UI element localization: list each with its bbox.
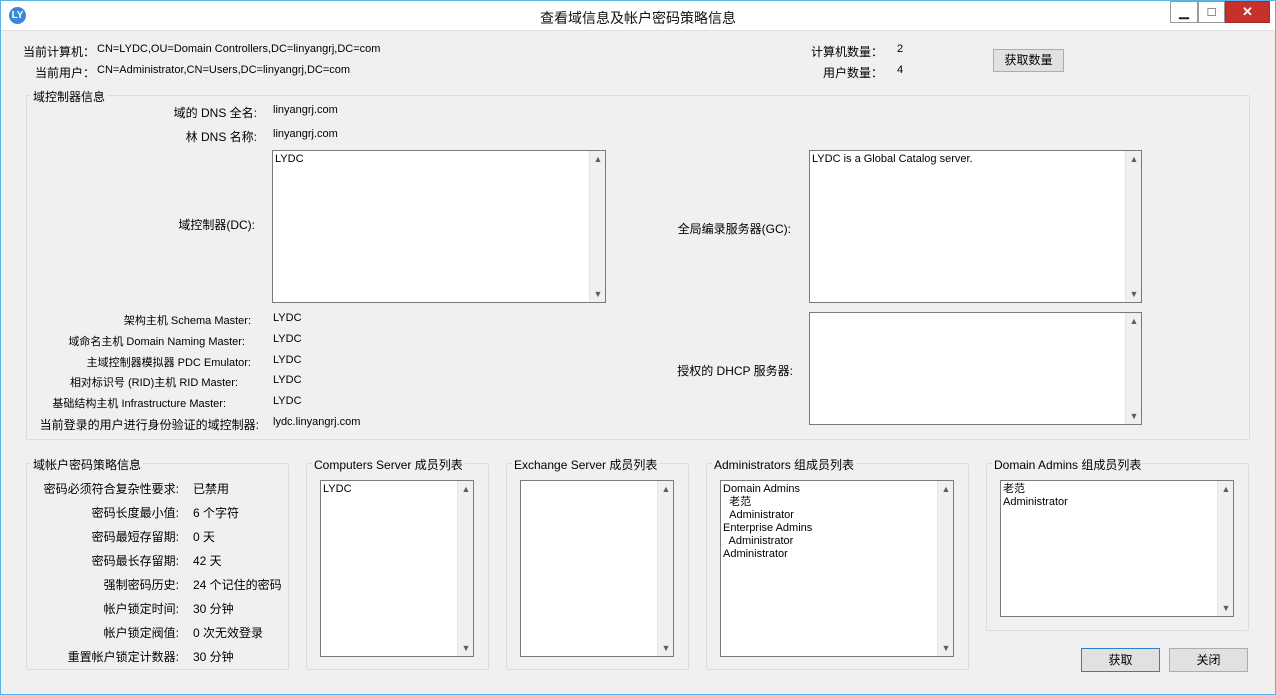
policy-max-age-value: 42 天 <box>193 554 222 568</box>
dc-scrollbar[interactable]: ▲ ▼ <box>589 151 605 302</box>
policy-max-age-label: 密码最长存留期: <box>91 554 179 568</box>
gc-label: 全局编录服务器(GC): <box>677 222 791 236</box>
gc-scrollbar[interactable]: ▲ ▼ <box>1125 151 1141 302</box>
exchange-server-scrollbar[interactable]: ▲ ▼ <box>657 481 673 656</box>
close-window-button[interactable]: ✕ <box>1225 1 1270 23</box>
computers-server-scrollbar[interactable]: ▲ ▼ <box>457 481 473 656</box>
pdc-emulator-value: LYDC <box>273 354 302 366</box>
domain-admins-listbox-content: 老范 Administrator <box>1003 483 1068 508</box>
administrators-listbox[interactable]: Domain Admins 老范 Administrator Enterpris… <box>720 480 954 657</box>
policy-complexity-value: 已禁用 <box>193 482 230 496</box>
domain-controller-group-title: 域控制器信息 <box>31 88 108 105</box>
computers-server-group-title: Computers Server 成员列表 <box>312 456 465 473</box>
computer-count-label: 计算机数量： <box>810 45 883 59</box>
current-user-label: 当前用户： <box>34 66 95 80</box>
dhcp-scrollbar[interactable]: ▲ ▼ <box>1125 313 1141 424</box>
policy-lockout-threshold-label: 帐户锁定阀值: <box>103 626 179 640</box>
scroll-down-icon[interactable]: ▼ <box>1126 408 1141 424</box>
domain-admins-scrollbar[interactable]: ▲ ▼ <box>1217 481 1233 616</box>
computer-count-value: 2 <box>897 43 904 55</box>
domain-admins-listbox[interactable]: 老范 Administrator ▲ ▼ <box>1000 480 1234 617</box>
policy-min-length-label: 密码长度最小值: <box>91 506 179 520</box>
current-computer-label: 当前计算机： <box>22 45 95 59</box>
gc-listbox-content: LYDC is a Global Catalog server. <box>812 153 973 165</box>
scroll-up-icon[interactable]: ▲ <box>1126 151 1141 167</box>
policy-complexity-label: 密码必须符合复杂性要求: <box>43 482 179 496</box>
dhcp-label: 授权的 DHCP 服务器: <box>677 364 793 378</box>
computers-server-listbox-content: LYDC <box>323 483 352 495</box>
forest-dns-label: 林 DNS 名称: <box>185 130 257 144</box>
scroll-down-icon[interactable]: ▼ <box>590 286 605 302</box>
domain-naming-master-label: 域命名主机 Domain Naming Master: <box>68 336 245 348</box>
password-policy-group-title: 域帐户密码策略信息 <box>31 456 144 473</box>
policy-min-age-value: 0 天 <box>193 530 216 544</box>
scroll-up-icon[interactable]: ▲ <box>458 481 473 497</box>
close-button[interactable]: 关闭 <box>1169 648 1248 672</box>
main-window: LY 查看域信息及帐户密码策略信息 ▁ □ ✕ 当前计算机： CN=LYDC,O… <box>0 0 1276 695</box>
minimize-button[interactable]: ▁ <box>1170 1 1198 23</box>
auth-dc-label: 当前登录的用户进行身份验证的域控制器: <box>39 418 259 432</box>
window-title: 查看域信息及帐户密码策略信息 <box>540 10 736 26</box>
computers-server-listbox[interactable]: LYDC ▲ ▼ <box>320 480 474 657</box>
policy-min-age-label: 密码最短存留期: <box>91 530 179 544</box>
policy-history-label: 强制密码历史: <box>103 578 179 592</box>
policy-reset-counter-value: 30 分钟 <box>193 650 234 664</box>
scroll-down-icon[interactable]: ▼ <box>658 640 673 656</box>
domain-admins-group-title: Domain Admins 组成员列表 <box>992 456 1144 473</box>
administrators-group-title: Administrators 组成员列表 <box>712 456 857 473</box>
scroll-up-icon[interactable]: ▲ <box>590 151 605 167</box>
scroll-down-icon[interactable]: ▼ <box>1218 600 1233 616</box>
scroll-up-icon[interactable]: ▲ <box>938 481 953 497</box>
scroll-down-icon[interactable]: ▼ <box>458 640 473 656</box>
scroll-up-icon[interactable]: ▲ <box>1126 313 1141 329</box>
maximize-button[interactable]: □ <box>1198 1 1225 23</box>
title-bar: LY 查看域信息及帐户密码策略信息 ▁ □ ✕ <box>1 1 1275 31</box>
user-count-label: 用户数量： <box>822 66 883 80</box>
policy-min-length-value: 6 个字符 <box>193 506 240 520</box>
exchange-server-listbox[interactable]: ▲ ▼ <box>520 480 674 657</box>
schema-master-value: LYDC <box>273 312 302 324</box>
infrastructure-master-value: LYDC <box>273 395 302 407</box>
scroll-up-icon[interactable]: ▲ <box>658 481 673 497</box>
dc-listbox[interactable]: LYDC ▲ ▼ <box>272 150 606 303</box>
administrators-listbox-content: Domain Admins 老范 Administrator Enterpris… <box>723 483 813 560</box>
administrators-scrollbar[interactable]: ▲ ▼ <box>937 481 953 656</box>
scroll-up-icon[interactable]: ▲ <box>1218 481 1233 497</box>
policy-history-value: 24 个记住的密码 <box>193 578 282 592</box>
policy-lockout-threshold-value: 0 次无效登录 <box>193 626 264 640</box>
gc-listbox[interactable]: LYDC is a Global Catalog server. ▲ ▼ <box>809 150 1142 303</box>
scroll-down-icon[interactable]: ▼ <box>938 640 953 656</box>
rid-master-label: 相对标识号 (RID)主机 RID Master: <box>69 377 238 389</box>
dhcp-listbox[interactable]: ▲ ▼ <box>809 312 1142 425</box>
dc-label: 域控制器(DC): <box>178 218 255 232</box>
policy-lockout-duration-label: 帐户锁定时间: <box>103 602 179 616</box>
get-count-button[interactable]: 获取数量 <box>993 49 1064 72</box>
dns-fullname-value: linyangrj.com <box>273 104 338 116</box>
user-count-value: 4 <box>897 64 904 76</box>
auth-dc-value: lydc.linyangrj.com <box>273 416 361 428</box>
pdc-emulator-label: 主域控制器模拟器 PDC Emulator: <box>86 357 251 369</box>
infrastructure-master-label: 基础结构主机 Infrastructure Master: <box>52 398 226 410</box>
policy-lockout-duration-value: 30 分钟 <box>193 602 234 616</box>
rid-master-value: LYDC <box>273 374 302 386</box>
domain-naming-master-value: LYDC <box>273 333 302 345</box>
forest-dns-value: linyangrj.com <box>273 128 338 140</box>
dc-listbox-content: LYDC <box>275 153 304 165</box>
dns-fullname-label: 域的 DNS 全名: <box>173 106 257 120</box>
get-button[interactable]: 获取 <box>1081 648 1160 672</box>
scroll-down-icon[interactable]: ▼ <box>1126 286 1141 302</box>
exchange-server-group-title: Exchange Server 成员列表 <box>512 456 660 473</box>
current-user-value: CN=Administrator,CN=Users,DC=linyangrj,D… <box>97 64 351 76</box>
current-computer-value: CN=LYDC,OU=Domain Controllers,DC=linyang… <box>97 43 381 55</box>
policy-reset-counter-label: 重置帐户锁定计数器: <box>67 650 179 664</box>
schema-master-label: 架构主机 Schema Master: <box>123 315 251 327</box>
